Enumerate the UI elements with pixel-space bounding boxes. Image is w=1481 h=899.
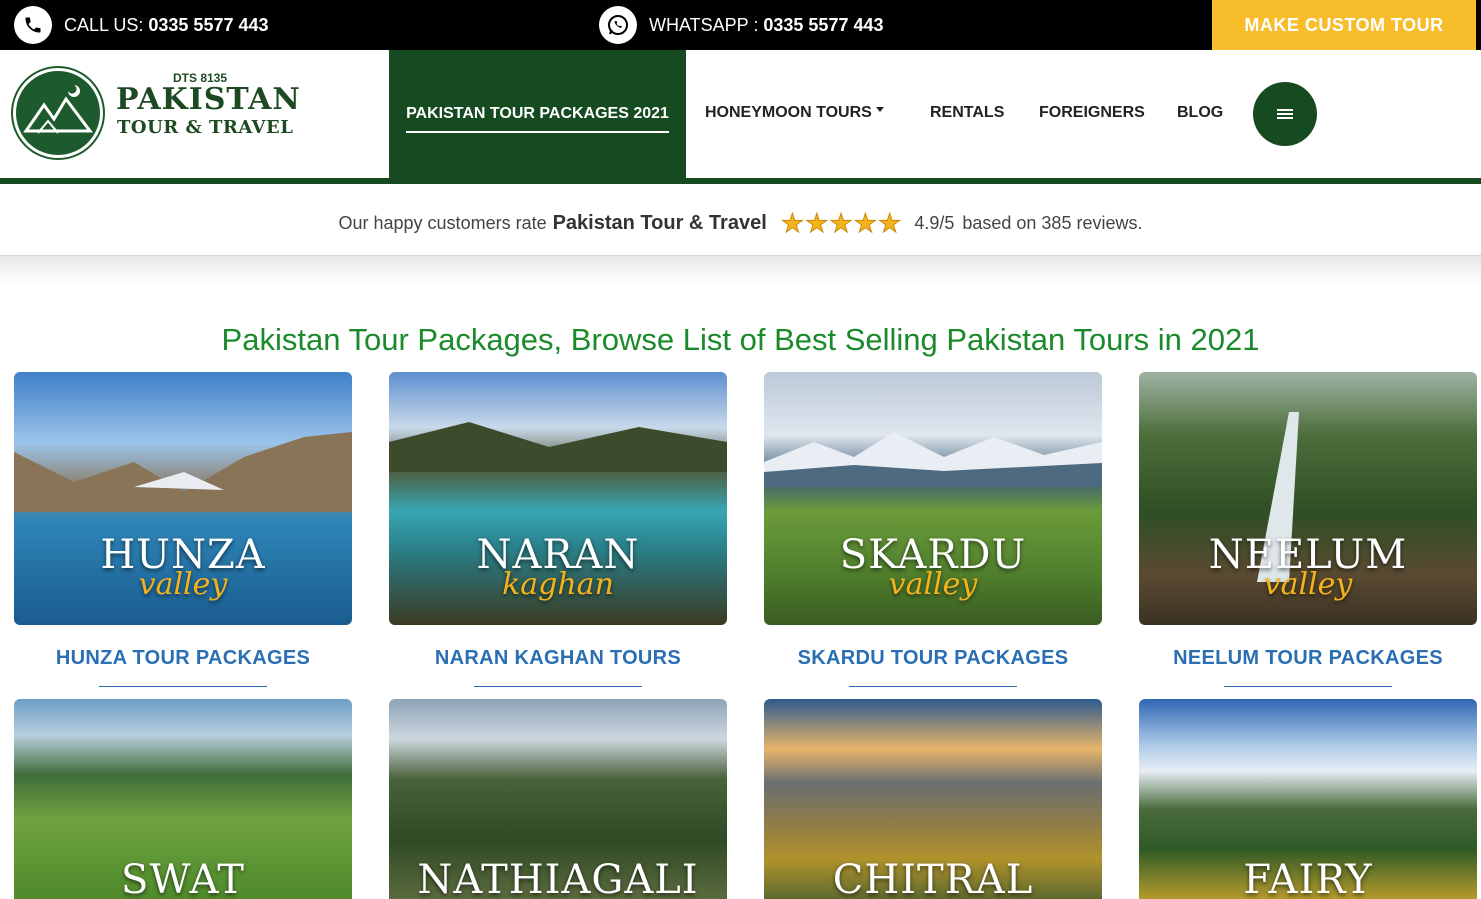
card-underline bbox=[849, 686, 1017, 687]
card-title[interactable]: SKARDU TOUR PACKAGES bbox=[764, 647, 1102, 670]
card-hunza[interactable]: HUNZA valley HUNZA TOUR PACKAGES bbox=[14, 372, 352, 687]
card-title[interactable]: NEELUM TOUR PACKAGES bbox=[1139, 647, 1477, 670]
nav-honeymoon-label: HONEYMOON TOURS bbox=[705, 104, 872, 121]
card-underline bbox=[99, 686, 267, 687]
card-title[interactable]: HUNZA TOUR PACKAGES bbox=[14, 647, 352, 670]
card-script: valley bbox=[888, 567, 978, 602]
hamburger-icon bbox=[1277, 109, 1293, 119]
card-title[interactable]: NARAN KAGHAN TOURS bbox=[389, 647, 727, 670]
whatsapp-label: WHATSAPP : bbox=[649, 14, 759, 35]
card-chitral[interactable]: CHITRAL bbox=[764, 699, 1102, 899]
make-custom-tour-button[interactable]: MAKE CUSTOM TOUR bbox=[1212, 0, 1476, 50]
star-icon: ★ bbox=[780, 208, 805, 238]
card-image[interactable]: NEELUM valley bbox=[1139, 372, 1477, 625]
rating-bar: Our happy customers rate Pakistan Tour &… bbox=[0, 190, 1481, 256]
header-divider bbox=[0, 178, 1481, 184]
card-image[interactable]: SWAT bbox=[14, 699, 352, 899]
logo-badge bbox=[13, 68, 103, 158]
logo-subtitle: TOUR & TRAVEL bbox=[117, 117, 294, 138]
card-image[interactable]: HUNZA valley bbox=[14, 372, 352, 625]
card-image[interactable]: NARAN kaghan bbox=[389, 372, 727, 625]
rating-score: 4.9/5 bbox=[914, 212, 955, 233]
card-skardu[interactable]: SKARDU valley SKARDU TOUR PACKAGES bbox=[764, 372, 1102, 687]
menu-button[interactable] bbox=[1253, 82, 1317, 146]
card-underline bbox=[1224, 686, 1392, 687]
whatsapp-number: 0335 5577 443 bbox=[763, 14, 884, 35]
card-naran[interactable]: NARAN kaghan NARAN KAGHAN TOURS bbox=[389, 372, 727, 687]
top-bar: CALL US: 0335 5577 443 WHATSAPP : 0335 5… bbox=[0, 0, 1481, 50]
star-icon: ★ bbox=[805, 208, 829, 238]
section-heading: Pakistan Tour Packages, Browse List of B… bbox=[221, 322, 1260, 357]
card-word: CHITRAL bbox=[832, 857, 1034, 899]
star-icon: ★ bbox=[853, 208, 877, 238]
nav-blog[interactable]: BLOG bbox=[1177, 104, 1223, 122]
card-word: NATHIAGALI bbox=[417, 857, 699, 899]
rating-brand: Pakistan Tour & Travel bbox=[552, 211, 767, 234]
star-icon: ★ bbox=[829, 208, 853, 238]
card-script: valley bbox=[138, 567, 228, 602]
nav-pakistan-tour-packages[interactable]: PAKISTAN TOUR PACKAGES 2021 bbox=[389, 50, 686, 178]
whatsapp-icon bbox=[599, 6, 637, 44]
star-icon: ★ bbox=[877, 208, 902, 238]
card-underline bbox=[474, 686, 642, 687]
call-label: CALL US: bbox=[64, 14, 144, 35]
call-number: 0335 5577 443 bbox=[148, 14, 269, 35]
logo[interactable]: DTS 8135 PAKISTAN TOUR & TRAVEL bbox=[13, 68, 303, 158]
card-neelum[interactable]: NEELUM valley NEELUM TOUR PACKAGES bbox=[1139, 372, 1477, 687]
nav-honeymoon-tours[interactable]: HONEYMOON TOURS bbox=[705, 104, 884, 122]
card-script: valley bbox=[1263, 567, 1353, 602]
call-us[interactable]: CALL US: 0335 5577 443 bbox=[14, 0, 269, 50]
card-fairy[interactable]: FAIRY bbox=[1139, 699, 1477, 899]
card-word: SWAT bbox=[121, 857, 245, 899]
card-swat[interactable]: SWAT bbox=[14, 699, 352, 899]
card-script: kaghan bbox=[502, 567, 614, 602]
phone-icon bbox=[14, 6, 52, 44]
rating-suffix: based on 385 reviews. bbox=[962, 212, 1143, 233]
card-nathiagali[interactable]: NATHIAGALI bbox=[389, 699, 727, 899]
rating-stars: ★ ★ ★ ★ ★ bbox=[780, 208, 903, 238]
caret-down-icon bbox=[875, 107, 884, 113]
card-word: FAIRY bbox=[1243, 857, 1373, 899]
card-image[interactable]: NATHIAGALI bbox=[389, 699, 727, 899]
rating-shadow bbox=[0, 256, 1481, 284]
nav-foreigners[interactable]: FOREIGNERS bbox=[1039, 104, 1145, 122]
logo-name: PAKISTAN bbox=[116, 82, 301, 117]
card-image[interactable]: CHITRAL bbox=[764, 699, 1102, 899]
nav-active-label: PAKISTAN TOUR PACKAGES 2021 bbox=[406, 105, 669, 133]
card-image[interactable]: FAIRY bbox=[1139, 699, 1477, 899]
nav-rentals[interactable]: RENTALS bbox=[930, 104, 1004, 122]
card-image[interactable]: SKARDU valley bbox=[764, 372, 1102, 625]
rating-prefix: Our happy customers rate bbox=[338, 212, 547, 233]
whatsapp[interactable]: WHATSAPP : 0335 5577 443 bbox=[599, 0, 884, 50]
